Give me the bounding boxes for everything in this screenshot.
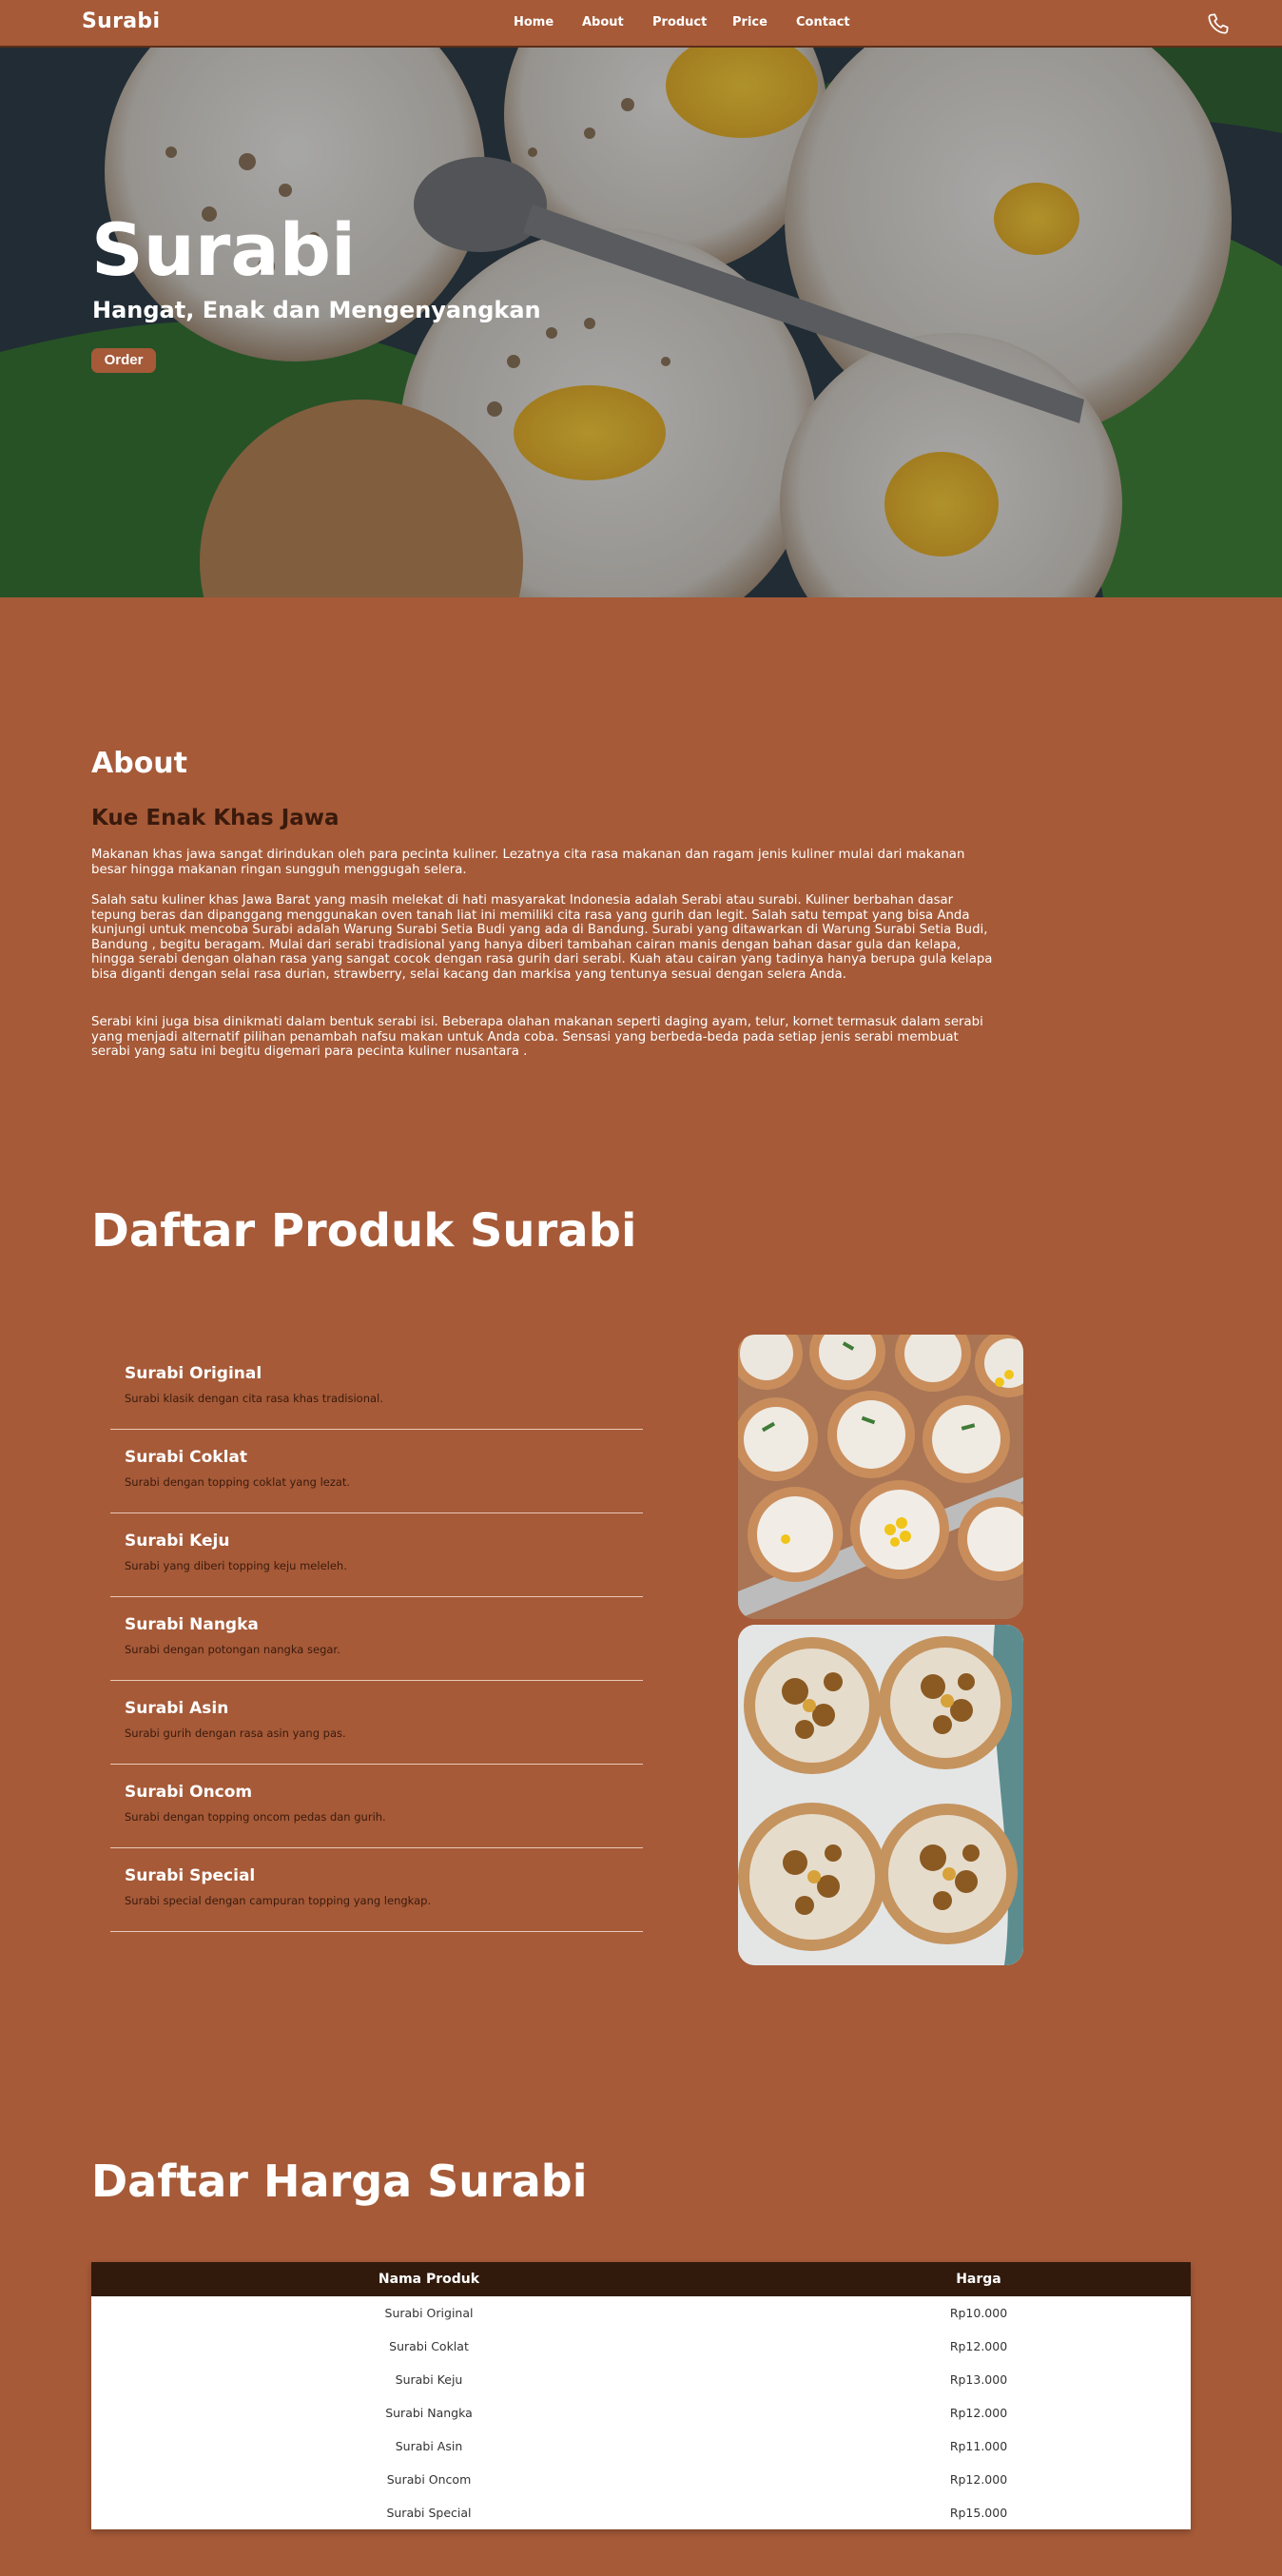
price-table: Nama Produk Harga Surabi Original Rp10.0… [91, 2262, 1191, 2529]
product-cell: Surabi Special [91, 2496, 767, 2529]
order-button[interactable]: Order [91, 348, 156, 373]
product-item[interactable]: Surabi Special Surabi special dengan cam… [110, 1848, 643, 1932]
nav-link-price[interactable]: Price [732, 15, 767, 29]
navbar: Surabi Home About Product Price Contact [0, 0, 1282, 48]
product-item[interactable]: Surabi Coklat Surabi dengan topping cokl… [110, 1430, 643, 1513]
product-item[interactable]: Surabi Asin Surabi gurih dengan rasa asi… [110, 1681, 643, 1765]
nav-link-product[interactable]: Product [652, 15, 707, 29]
about-paragraph: Makanan khas jawa sangat dirindukan oleh… [91, 848, 965, 877]
product-item[interactable]: Surabi Keju Surabi yang diberi topping k… [110, 1513, 643, 1597]
column-header-product: Nama Produk [91, 2262, 767, 2296]
table-row: Surabi Coklat Rp12.000 [91, 2330, 1191, 2363]
product-item[interactable]: Surabi Original Surabi klasik dengan cit… [110, 1346, 643, 1430]
table-row: Surabi Asin Rp11.000 [91, 2430, 1191, 2463]
table-row: Surabi Keju Rp13.000 [91, 2363, 1191, 2396]
price-cell: Rp12.000 [767, 2463, 1191, 2496]
product-description: Surabi gurih dengan rasa asin yang pas. [125, 1727, 346, 1740]
surabi-tray-image [738, 1335, 1023, 1619]
product-list: Surabi Original Surabi klasik dengan cit… [110, 1346, 643, 1932]
product-cell: Surabi Nangka [91, 2396, 767, 2430]
product-name: Surabi Nangka [125, 1615, 259, 1634]
about-paragraph: Serabi kini juga bisa dinikmati dalam be… [91, 1015, 983, 1060]
price-cell: Rp12.000 [767, 2396, 1191, 2430]
about-paragraph: Salah satu kuliner khas Jawa Barat yang … [91, 893, 993, 982]
price-cell: Rp13.000 [767, 2363, 1191, 2396]
product-photo-tray [738, 1335, 1023, 1619]
products-heading: Daftar Produk Surabi [91, 1204, 637, 1258]
product-description: Surabi dengan potongan nangka segar. [125, 1643, 340, 1656]
hero-subtitle: Hangat, Enak dan Mengenyangkan [92, 297, 541, 323]
price-cell: Rp10.000 [767, 2296, 1191, 2330]
product-photo-plate [738, 1625, 1023, 1965]
product-item[interactable]: Surabi Oncom Surabi dengan topping oncom… [110, 1765, 643, 1848]
product-name: Surabi Special [125, 1866, 256, 1885]
product-description: Surabi dengan topping coklat yang lezat. [125, 1475, 351, 1489]
table-row: Surabi Nangka Rp12.000 [91, 2396, 1191, 2430]
product-cell: Surabi Oncom [91, 2463, 767, 2496]
nav-link-contact[interactable]: Contact [796, 15, 850, 29]
nav-link-home[interactable]: Home [514, 15, 554, 29]
price-heading: Daftar Harga Surabi [91, 2156, 588, 2207]
table-row: Surabi Oncom Rp12.000 [91, 2463, 1191, 2496]
nav-link-about[interactable]: About [582, 15, 624, 29]
product-name: Surabi Original [125, 1364, 262, 1383]
price-cell: Rp12.000 [767, 2330, 1191, 2363]
brand-logo[interactable]: Surabi [82, 10, 160, 33]
product-name: Surabi Coklat [125, 1448, 248, 1467]
product-description: Surabi special dengan campuran topping y… [125, 1894, 432, 1907]
product-description: Surabi yang diberi topping keju meleleh. [125, 1559, 347, 1572]
about-subheading: Kue Enak Khas Jawa [91, 806, 340, 830]
product-cell: Surabi Keju [91, 2363, 767, 2396]
product-description: Surabi dengan topping oncom pedas dan gu… [125, 1810, 386, 1824]
product-name: Surabi Oncom [125, 1783, 253, 1802]
phone-icon[interactable] [1206, 11, 1231, 36]
product-description: Surabi klasik dengan cita rasa khas trad… [125, 1392, 383, 1405]
hero-title: Surabi [91, 207, 357, 292]
price-cell: Rp15.000 [767, 2496, 1191, 2529]
price-cell: Rp11.000 [767, 2430, 1191, 2463]
column-header-price: Harga [767, 2262, 1191, 2296]
table-row: Surabi Special Rp15.000 [91, 2496, 1191, 2529]
hero-section: Surabi Hangat, Enak dan Mengenyangkan Or… [0, 48, 1282, 597]
table-header-row: Nama Produk Harga [91, 2262, 1191, 2296]
about-heading: About [91, 747, 188, 780]
product-cell: Surabi Asin [91, 2430, 767, 2463]
product-cell: Surabi Coklat [91, 2330, 767, 2363]
product-name: Surabi Keju [125, 1532, 230, 1551]
product-name: Surabi Asin [125, 1699, 229, 1718]
product-cell: Surabi Original [91, 2296, 767, 2330]
table-row: Surabi Original Rp10.000 [91, 2296, 1191, 2330]
product-item[interactable]: Surabi Nangka Surabi dengan potongan nan… [110, 1597, 643, 1681]
surabi-plate-image [738, 1625, 1023, 1965]
